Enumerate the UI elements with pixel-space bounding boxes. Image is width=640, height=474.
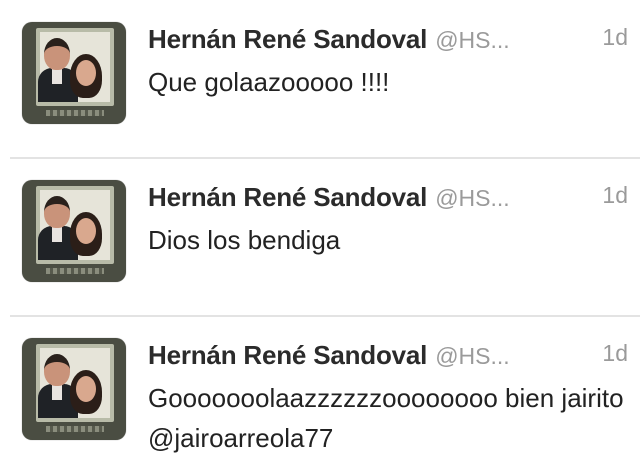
photo-caption-strip	[46, 426, 104, 432]
photo-figure	[44, 196, 70, 228]
tweet-timestamp: 1d	[602, 182, 628, 208]
tweet-timestamp: 1d	[602, 340, 628, 366]
author-name[interactable]: Hernán René Sandoval	[148, 182, 427, 212]
author-name[interactable]: Hernán René Sandoval	[148, 340, 427, 370]
photo-caption-strip	[46, 268, 104, 274]
author-handle[interactable]: @HS...	[435, 343, 509, 369]
photo-figure	[52, 226, 62, 242]
photo-caption-strip	[46, 110, 104, 116]
photo-figure	[52, 384, 62, 400]
tweet-timeline: Hernán René Sandoval @HS... 1d Que golaaz…	[0, 0, 640, 474]
author-handle[interactable]: @HS...	[435, 185, 509, 211]
photo-figure	[52, 68, 62, 84]
photo-figure	[76, 376, 96, 402]
avatar[interactable]	[22, 338, 126, 440]
tweet-text: Que golaazooooo !!!!	[148, 67, 390, 97]
tweet-header: Hernán René Sandoval @HS...	[148, 182, 628, 214]
avatar[interactable]	[22, 22, 126, 124]
tweet[interactable]: Hernán René Sandoval @HS... 1d Dios los b…	[0, 158, 640, 316]
tweet[interactable]: Hernán René Sandoval @HS... 1d Que golaaz…	[0, 0, 640, 158]
author-handle[interactable]: @HS...	[435, 27, 509, 53]
tweet-timestamp: 1d	[602, 24, 628, 50]
tweet-header: Hernán René Sandoval @HS...	[148, 24, 628, 56]
photo-figure	[44, 38, 70, 70]
author-name[interactable]: Hernán René Sandoval	[148, 24, 427, 54]
photo-figure	[76, 218, 96, 244]
tweet[interactable]: Hernán René Sandoval @HS... 1d Gooooooola…	[0, 316, 640, 474]
photo-figure	[44, 354, 70, 386]
tweet-text: Dios los bendiga	[148, 225, 341, 255]
tweet-text: Gooooooolaazzzzzzoooooooo bien jairito @…	[148, 383, 624, 453]
tweet-header: Hernán René Sandoval @HS...	[148, 340, 628, 372]
avatar[interactable]	[22, 180, 126, 282]
photo-figure	[76, 60, 96, 86]
